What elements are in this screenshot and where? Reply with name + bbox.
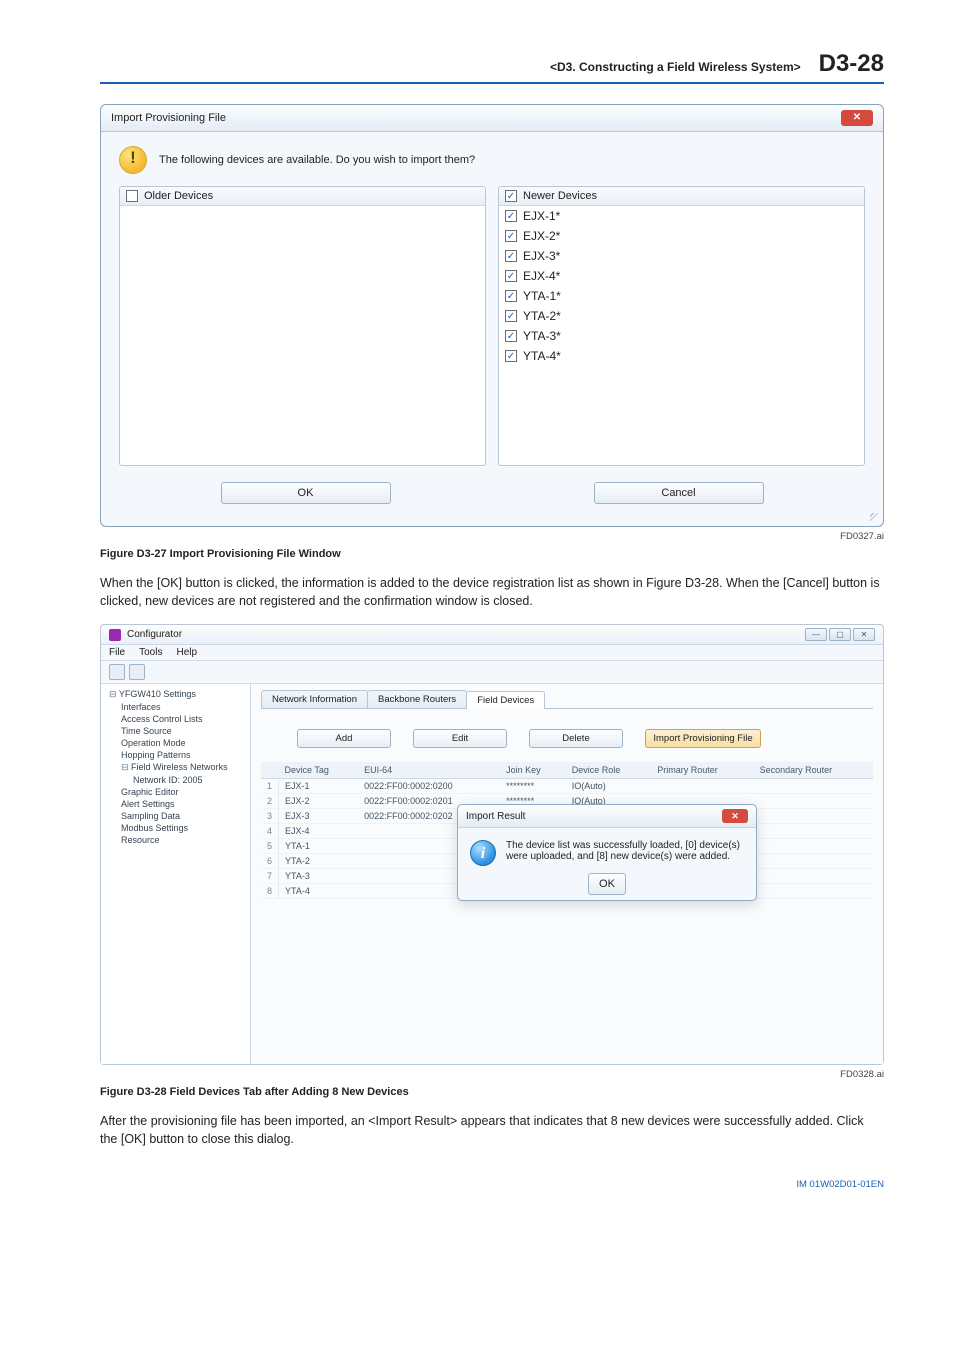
- device-label: EJX-4*: [523, 269, 560, 283]
- device-checkbox[interactable]: [505, 270, 517, 282]
- minimize-button[interactable]: —: [805, 628, 827, 641]
- device-label: EJX-3*: [523, 249, 560, 263]
- popup-title: Import Result: [466, 811, 525, 822]
- figure-caption: Figure D3-28 Field Devices Tab after Add…: [100, 1086, 884, 1098]
- popup-message: The device list was successfully loaded,…: [506, 840, 744, 862]
- tree-item[interactable]: Access Control Lists: [103, 713, 248, 725]
- tree-item[interactable]: Alert Settings: [103, 798, 248, 810]
- device-label: YTA-4*: [523, 349, 561, 363]
- tab-field-devices[interactable]: Field Devices: [466, 691, 545, 709]
- body-paragraph: After the provisioning file has been imp…: [100, 1112, 884, 1148]
- toolbar-button[interactable]: [109, 664, 125, 680]
- device-label: EJX-1*: [523, 209, 560, 223]
- table-row[interactable]: 1EJX-10022:FF00:0002:0200********IO(Auto…: [261, 779, 873, 794]
- import-provisioning-dialog: Import Provisioning File ✕ The following…: [100, 104, 884, 527]
- nav-tree[interactable]: YFGW410 Settings Interfaces Access Contr…: [101, 684, 251, 1064]
- close-button[interactable]: ✕: [841, 110, 873, 126]
- col-secondary-router[interactable]: Secondary Router: [754, 762, 873, 779]
- configurator-window: Configurator — ▢ ✕ File Tools Help YFGW4…: [100, 624, 884, 1065]
- menu-tools[interactable]: Tools: [139, 647, 162, 658]
- device-label: EJX-2*: [523, 229, 560, 243]
- footer-doc-id: IM 01W02D01-01EN: [100, 1179, 884, 1190]
- device-checkbox[interactable]: [505, 210, 517, 222]
- tab-backbone-routers[interactable]: Backbone Routers: [367, 690, 467, 708]
- close-button[interactable]: ✕: [722, 809, 748, 823]
- page-number: D3-28: [819, 50, 884, 78]
- tab-network-info[interactable]: Network Information: [261, 690, 368, 708]
- tree-item[interactable]: YFGW410 Settings: [103, 688, 248, 701]
- menu-bar: File Tools Help: [101, 645, 883, 661]
- newer-devices-list[interactable]: Newer Devices EJX-1* EJX-2* EJX-3* EJX-4…: [498, 186, 865, 466]
- device-checkbox[interactable]: [505, 350, 517, 362]
- maximize-button[interactable]: ▢: [829, 628, 851, 641]
- ok-button[interactable]: OK: [588, 873, 626, 895]
- tree-item[interactable]: Field Wireless Networks: [103, 761, 248, 774]
- close-button[interactable]: ✕: [853, 628, 875, 641]
- device-checkbox[interactable]: [505, 230, 517, 242]
- app-icon: [109, 629, 121, 641]
- tree-item[interactable]: Hopping Patterns: [103, 749, 248, 761]
- device-checkbox[interactable]: [505, 330, 517, 342]
- toolbar-button[interactable]: [129, 664, 145, 680]
- newer-select-all-checkbox[interactable]: [505, 190, 517, 202]
- edit-button[interactable]: Edit: [413, 729, 507, 748]
- dialog-title: Import Provisioning File: [111, 112, 226, 124]
- tree-item[interactable]: Modbus Settings: [103, 822, 248, 834]
- device-label: YTA-1*: [523, 289, 561, 303]
- resize-grip-icon[interactable]: [870, 513, 880, 523]
- figure-caption: Figure D3-27 Import Provisioning File Wi…: [100, 548, 884, 560]
- device-label: YTA-2*: [523, 309, 561, 323]
- window-title: Configurator: [127, 629, 182, 640]
- tree-item[interactable]: Graphic Editor: [103, 786, 248, 798]
- menu-help[interactable]: Help: [176, 647, 197, 658]
- cancel-button[interactable]: Cancel: [594, 482, 764, 504]
- tree-item[interactable]: Time Source: [103, 725, 248, 737]
- older-select-all-checkbox[interactable]: [126, 190, 138, 202]
- delete-button[interactable]: Delete: [529, 729, 623, 748]
- tree-item[interactable]: Operation Mode: [103, 737, 248, 749]
- device-checkbox[interactable]: [505, 250, 517, 262]
- tree-item[interactable]: Resource: [103, 834, 248, 846]
- newer-devices-header: Newer Devices: [523, 190, 597, 202]
- older-devices-header: Older Devices: [144, 190, 213, 202]
- figure-file-id: FD0328.ai: [100, 1069, 884, 1080]
- dialog-message: The following devices are available. Do …: [159, 154, 475, 166]
- ok-button[interactable]: OK: [221, 482, 391, 504]
- tree-item[interactable]: Network ID: 2005: [103, 774, 248, 786]
- col-join-key[interactable]: Join Key: [500, 762, 566, 779]
- import-provisioning-button[interactable]: Import Provisioning File: [645, 729, 761, 748]
- col-primary-router[interactable]: Primary Router: [651, 762, 753, 779]
- add-button[interactable]: Add: [297, 729, 391, 748]
- device-label: YTA-3*: [523, 329, 561, 343]
- toolbar: [101, 661, 883, 684]
- older-devices-list[interactable]: Older Devices: [119, 186, 486, 466]
- tree-item[interactable]: Interfaces: [103, 701, 248, 713]
- warning-icon: [119, 146, 147, 174]
- col-device-role[interactable]: Device Role: [566, 762, 651, 779]
- device-checkbox[interactable]: [505, 310, 517, 322]
- col-eui[interactable]: EUI-64: [358, 762, 500, 779]
- body-paragraph: When the [OK] button is clicked, the inf…: [100, 574, 884, 610]
- tree-item[interactable]: Sampling Data: [103, 810, 248, 822]
- figure-file-id: FD0327.ai: [100, 531, 884, 542]
- device-checkbox[interactable]: [505, 290, 517, 302]
- info-icon: i: [470, 840, 496, 866]
- col-device-tag[interactable]: Device Tag: [279, 762, 359, 779]
- doc-section-title: <D3. Constructing a Field Wireless Syste…: [550, 60, 801, 74]
- import-result-dialog: Import Result ✕ i The device list was su…: [457, 804, 757, 901]
- menu-file[interactable]: File: [109, 647, 125, 658]
